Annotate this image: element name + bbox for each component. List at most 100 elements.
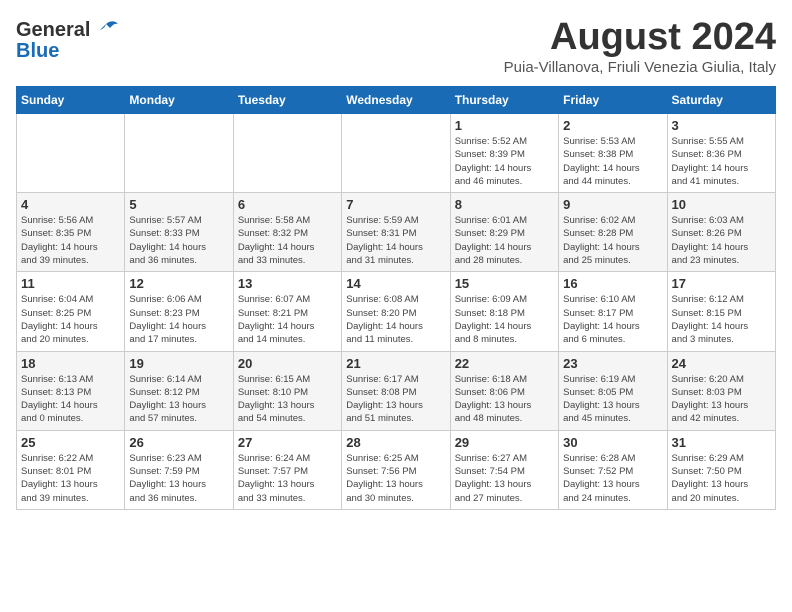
- calendar-cell: 9 Sunrise: 6:02 AM Sunset: 8:28 PM Daylig…: [559, 193, 667, 272]
- day-number: 22: [455, 356, 554, 371]
- week-row-3: 11 Sunrise: 6:04 AM Sunset: 8:25 PM Dayli…: [17, 272, 776, 351]
- day-number: 15: [455, 276, 554, 291]
- day-number: 24: [672, 356, 771, 371]
- day-info: Sunrise: 5:52 AM Sunset: 8:39 PM Dayligh…: [455, 135, 554, 188]
- day-info: Sunrise: 6:02 AM Sunset: 8:28 PM Dayligh…: [563, 214, 662, 267]
- calendar-cell: 5 Sunrise: 5:57 AM Sunset: 8:33 PM Daylig…: [125, 193, 233, 272]
- weekday-header-wednesday: Wednesday: [342, 87, 450, 114]
- day-info: Sunrise: 6:01 AM Sunset: 8:29 PM Dayligh…: [455, 214, 554, 267]
- day-info: Sunrise: 6:04 AM Sunset: 8:25 PM Dayligh…: [21, 293, 120, 346]
- day-number: 2: [563, 118, 662, 133]
- day-number: 6: [238, 197, 337, 212]
- calendar-cell: 29 Sunrise: 6:27 AM Sunset: 7:54 PM Dayli…: [450, 430, 558, 509]
- logo-general: General: [16, 19, 90, 42]
- day-number: 12: [129, 276, 228, 291]
- day-info: Sunrise: 6:25 AM Sunset: 7:56 PM Dayligh…: [346, 452, 445, 505]
- week-row-5: 25 Sunrise: 6:22 AM Sunset: 8:01 PM Dayli…: [17, 430, 776, 509]
- title-block: August 2024 Puia-Villanova, Friuli Venez…: [504, 16, 776, 76]
- calendar-cell: 8 Sunrise: 6:01 AM Sunset: 8:29 PM Daylig…: [450, 193, 558, 272]
- page-header: General Blue August 2024 Puia-Villanova,…: [16, 16, 776, 76]
- day-number: 20: [238, 356, 337, 371]
- calendar-cell: 1 Sunrise: 5:52 AM Sunset: 8:39 PM Daylig…: [450, 114, 558, 193]
- logo-bird-icon: [92, 16, 120, 44]
- day-info: Sunrise: 6:23 AM Sunset: 7:59 PM Dayligh…: [129, 452, 228, 505]
- day-number: 26: [129, 435, 228, 450]
- day-info: Sunrise: 6:17 AM Sunset: 8:08 PM Dayligh…: [346, 373, 445, 426]
- logo: General Blue: [16, 16, 120, 63]
- calendar-cell: 15 Sunrise: 6:09 AM Sunset: 8:18 PM Dayli…: [450, 272, 558, 351]
- logo-blue: Blue: [16, 40, 59, 63]
- calendar-cell: 6Sunrise: 5:58 AM Sunset: 8:32 PM Daylig…: [233, 193, 341, 272]
- calendar-cell: 19Sunrise: 6:14 AM Sunset: 8:12 PM Dayli…: [125, 351, 233, 430]
- day-info: Sunrise: 6:06 AM Sunset: 8:23 PM Dayligh…: [129, 293, 228, 346]
- calendar-cell: 14Sunrise: 6:08 AM Sunset: 8:20 PM Dayli…: [342, 272, 450, 351]
- calendar-cell: 31 Sunrise: 6:29 AM Sunset: 7:50 PM Dayli…: [667, 430, 775, 509]
- weekday-header-thursday: Thursday: [450, 87, 558, 114]
- calendar-cell: 21Sunrise: 6:17 AM Sunset: 8:08 PM Dayli…: [342, 351, 450, 430]
- calendar-table: SundayMondayTuesdayWednesdayThursdayFrid…: [16, 86, 776, 510]
- calendar-cell: [342, 114, 450, 193]
- day-number: 7: [346, 197, 445, 212]
- day-number: 1: [455, 118, 554, 133]
- day-info: Sunrise: 5:55 AM Sunset: 8:36 PM Dayligh…: [672, 135, 771, 188]
- calendar-cell: 12 Sunrise: 6:06 AM Sunset: 8:23 PM Dayli…: [125, 272, 233, 351]
- calendar-cell: 18Sunrise: 6:13 AM Sunset: 8:13 PM Dayli…: [17, 351, 125, 430]
- day-number: 11: [21, 276, 120, 291]
- day-number: 19: [129, 356, 228, 371]
- day-number: 29: [455, 435, 554, 450]
- calendar-cell: 7Sunrise: 5:59 AM Sunset: 8:31 PM Daylig…: [342, 193, 450, 272]
- day-info: Sunrise: 5:57 AM Sunset: 8:33 PM Dayligh…: [129, 214, 228, 267]
- location-subtitle: Puia-Villanova, Friuli Venezia Giulia, I…: [504, 59, 776, 76]
- day-info: Sunrise: 6:24 AM Sunset: 7:57 PM Dayligh…: [238, 452, 337, 505]
- calendar-cell: 2 Sunrise: 5:53 AM Sunset: 8:38 PM Daylig…: [559, 114, 667, 193]
- day-info: Sunrise: 6:29 AM Sunset: 7:50 PM Dayligh…: [672, 452, 771, 505]
- calendar-cell: 25 Sunrise: 6:22 AM Sunset: 8:01 PM Dayli…: [17, 430, 125, 509]
- calendar-cell: 4Sunrise: 5:56 AM Sunset: 8:35 PM Daylig…: [17, 193, 125, 272]
- calendar-cell: 30Sunrise: 6:28 AM Sunset: 7:52 PM Dayli…: [559, 430, 667, 509]
- day-info: Sunrise: 5:53 AM Sunset: 8:38 PM Dayligh…: [563, 135, 662, 188]
- day-number: 3: [672, 118, 771, 133]
- calendar-cell: 17 Sunrise: 6:12 AM Sunset: 8:15 PM Dayli…: [667, 272, 775, 351]
- calendar-cell: 10 Sunrise: 6:03 AM Sunset: 8:26 PM Dayli…: [667, 193, 775, 272]
- calendar-cell: 26 Sunrise: 6:23 AM Sunset: 7:59 PM Dayli…: [125, 430, 233, 509]
- day-info: Sunrise: 6:12 AM Sunset: 8:15 PM Dayligh…: [672, 293, 771, 346]
- day-info: Sunrise: 6:13 AM Sunset: 8:13 PM Dayligh…: [21, 373, 120, 426]
- calendar-cell: 13Sunrise: 6:07 AM Sunset: 8:21 PM Dayli…: [233, 272, 341, 351]
- month-title: August 2024: [504, 16, 776, 59]
- day-number: 14: [346, 276, 445, 291]
- calendar-cell: 11 Sunrise: 6:04 AM Sunset: 8:25 PM Dayli…: [17, 272, 125, 351]
- day-info: Sunrise: 6:27 AM Sunset: 7:54 PM Dayligh…: [455, 452, 554, 505]
- day-number: 5: [129, 197, 228, 212]
- day-number: 9: [563, 197, 662, 212]
- day-info: Sunrise: 6:20 AM Sunset: 8:03 PM Dayligh…: [672, 373, 771, 426]
- calendar-cell: 22 Sunrise: 6:18 AM Sunset: 8:06 PM Dayli…: [450, 351, 558, 430]
- day-number: 17: [672, 276, 771, 291]
- calendar-cell: 20Sunrise: 6:15 AM Sunset: 8:10 PM Dayli…: [233, 351, 341, 430]
- day-info: Sunrise: 6:09 AM Sunset: 8:18 PM Dayligh…: [455, 293, 554, 346]
- weekday-header-tuesday: Tuesday: [233, 87, 341, 114]
- day-number: 23: [563, 356, 662, 371]
- week-row-2: 4Sunrise: 5:56 AM Sunset: 8:35 PM Daylig…: [17, 193, 776, 272]
- calendar-cell: [17, 114, 125, 193]
- day-info: Sunrise: 6:07 AM Sunset: 8:21 PM Dayligh…: [238, 293, 337, 346]
- day-info: Sunrise: 5:56 AM Sunset: 8:35 PM Dayligh…: [21, 214, 120, 267]
- day-number: 16: [563, 276, 662, 291]
- day-number: 8: [455, 197, 554, 212]
- weekday-header-sunday: Sunday: [17, 87, 125, 114]
- day-number: 25: [21, 435, 120, 450]
- week-row-4: 18Sunrise: 6:13 AM Sunset: 8:13 PM Dayli…: [17, 351, 776, 430]
- day-number: 30: [563, 435, 662, 450]
- calendar-cell: 3 Sunrise: 5:55 AM Sunset: 8:36 PM Daylig…: [667, 114, 775, 193]
- day-info: Sunrise: 6:18 AM Sunset: 8:06 PM Dayligh…: [455, 373, 554, 426]
- weekday-header-friday: Friday: [559, 87, 667, 114]
- day-number: 31: [672, 435, 771, 450]
- day-number: 28: [346, 435, 445, 450]
- calendar-cell: [125, 114, 233, 193]
- day-number: 10: [672, 197, 771, 212]
- day-info: Sunrise: 6:19 AM Sunset: 8:05 PM Dayligh…: [563, 373, 662, 426]
- calendar-cell: 24 Sunrise: 6:20 AM Sunset: 8:03 PM Dayli…: [667, 351, 775, 430]
- day-info: Sunrise: 6:03 AM Sunset: 8:26 PM Dayligh…: [672, 214, 771, 267]
- day-number: 27: [238, 435, 337, 450]
- day-info: Sunrise: 6:22 AM Sunset: 8:01 PM Dayligh…: [21, 452, 120, 505]
- weekday-header-monday: Monday: [125, 87, 233, 114]
